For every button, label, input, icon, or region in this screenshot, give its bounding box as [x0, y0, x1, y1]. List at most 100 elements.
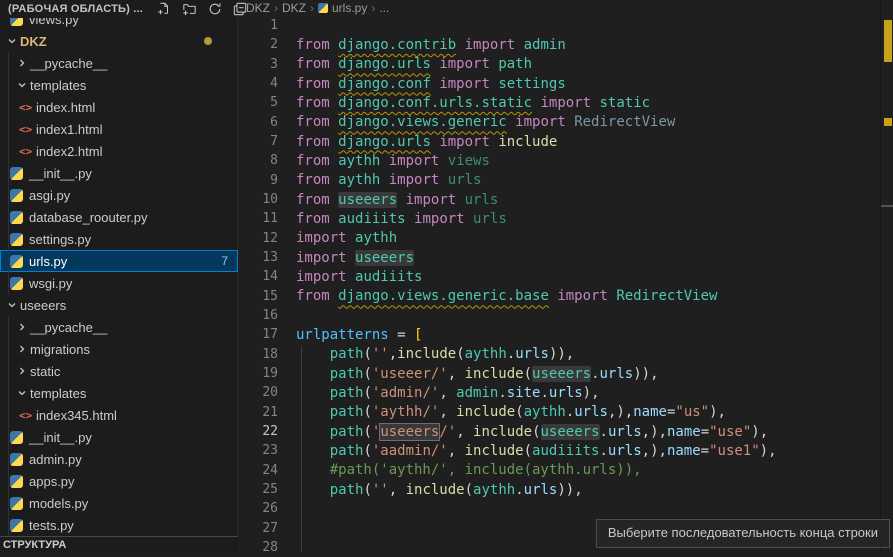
tree-item-__init__.py[interactable]: __init__.py	[0, 162, 238, 184]
tree-item-__pycache__[interactable]: __pycache__	[0, 316, 238, 338]
tree-item-label: useeers	[20, 298, 66, 313]
code-text: import audiiits	[296, 269, 422, 285]
code-text: from django.views.generic.base import Re…	[296, 288, 717, 304]
line-number: 28	[240, 540, 278, 555]
code-line[interactable]: 6from django.views.generic import Redire…	[240, 113, 893, 132]
chevron-right-icon[interactable]	[14, 363, 30, 379]
tree-item-templates[interactable]: templates	[0, 74, 238, 96]
breadcrumb-item[interactable]: urls.py	[332, 1, 367, 15]
code-line[interactable]: 19 path('useeer/', include(useeers.urls)…	[240, 364, 893, 383]
code-line[interactable]: 10from useeers import urls	[240, 190, 893, 209]
code-line[interactable]: 24 #path('aythh/', include(aythh.urls)),	[240, 461, 893, 480]
outline-section-header[interactable]: СТРУКТУРА	[0, 536, 238, 552]
tree-item-asgi.py[interactable]: asgi.py	[0, 184, 238, 206]
tree-item-database_roouter.py[interactable]: database_roouter.py	[0, 206, 238, 228]
code-line[interactable]: 7from django.urls import include	[240, 132, 893, 151]
code-line[interactable]: 16	[240, 306, 893, 325]
tree-item-DKZ[interactable]: DKZ	[0, 30, 238, 52]
tree-item-__init__.py[interactable]: __init__.py	[0, 426, 238, 448]
tree-item-__pycache__[interactable]: __pycache__	[0, 52, 238, 74]
warning-mark	[884, 118, 892, 126]
chevron-down-icon[interactable]	[14, 385, 30, 401]
code-line[interactable]: 5from django.conf.urls.static import sta…	[240, 93, 893, 112]
code-line[interactable]: 26	[240, 499, 893, 518]
code-text: path('', include(aythh.urls)),	[296, 482, 583, 498]
chevron-right-icon[interactable]	[14, 319, 30, 335]
code-line[interactable]: 23 path('aadmin/', include(audiiits.urls…	[240, 441, 893, 460]
breadcrumb-item[interactable]: DKZ	[282, 1, 306, 15]
tree-item-tests.py[interactable]: tests.py	[0, 514, 238, 536]
breadcrumb-item[interactable]: DKZ	[246, 1, 270, 15]
tree-item-label: urls.py	[29, 254, 67, 269]
overview-ruler[interactable]	[880, 0, 893, 552]
code-line[interactable]: 13 import useeers	[240, 248, 893, 267]
tree-item-migrations[interactable]: migrations	[0, 338, 238, 360]
code-line[interactable]: 11from audiiits import urls	[240, 209, 893, 228]
code-line[interactable]: 9from aythh import urls	[240, 171, 893, 190]
html-file-icon: <>	[19, 145, 36, 158]
tree-item-admin.py[interactable]: admin.py	[0, 448, 238, 470]
code-line[interactable]: 4from django.conf import settings	[240, 74, 893, 93]
code-line[interactable]: 21 path('aythh/', include(aythh.urls,),n…	[240, 403, 893, 422]
line-number: 9	[240, 173, 278, 188]
tree-item-index.html[interactable]: <>index.html	[0, 96, 238, 118]
chevron-down-icon[interactable]	[4, 297, 20, 313]
code-line[interactable]: 18 path('',include(aythh.urls)),	[240, 345, 893, 364]
explorer-section-header: (РАБОЧАЯ ОБЛАСТЬ) ...	[0, 0, 238, 18]
tree-item-label: apps.py	[29, 474, 75, 489]
tree-item-useeers[interactable]: useeers	[0, 294, 238, 316]
breadcrumb-item[interactable]: ...	[379, 1, 389, 15]
tree-item-static[interactable]: static	[0, 360, 238, 382]
code-line[interactable]: 15 from django.views.generic.base import …	[240, 287, 893, 306]
code-line[interactable]: 14import audiiits	[240, 267, 893, 286]
editor-pane[interactable]: DKZ›DKZ›urls.py›... 1 2from django.contri…	[240, 0, 893, 552]
code-line[interactable]: 17urlpatterns = [	[240, 325, 893, 344]
tree-item-label: __init__.py	[29, 166, 92, 181]
tree-indent-guide	[8, 52, 9, 294]
collapse-all-icon[interactable]	[233, 2, 247, 16]
line-number: 1	[240, 18, 278, 33]
code-line[interactable]: 20 path('admin/', admin.site.urls),	[240, 383, 893, 402]
code-line[interactable]: 8from aythh import views	[240, 151, 893, 170]
chevron-down-icon[interactable]	[14, 77, 30, 93]
code-line[interactable]: 25 path('', include(aythh.urls)),	[240, 480, 893, 499]
tree-item-settings.py[interactable]: settings.py	[0, 228, 238, 250]
chevron-down-icon[interactable]	[4, 33, 20, 49]
new-file-icon[interactable]	[157, 2, 171, 16]
code-text: #path('aythh/', include(aythh.urls)),	[296, 462, 642, 478]
tree-item-index345.html[interactable]: <>index345.html	[0, 404, 238, 426]
tree-item-index1.html[interactable]: <>index1.html	[0, 118, 238, 140]
line-number: 10	[240, 192, 278, 207]
python-file-icon	[10, 277, 23, 290]
line-number: 16	[240, 308, 278, 323]
code-line[interactable]: 1	[240, 16, 893, 35]
code-area[interactable]: 1 2from django.contrib import admin3from …	[240, 16, 893, 557]
code-line[interactable]: 12import aythh	[240, 229, 893, 248]
chevron-right-icon[interactable]	[14, 55, 30, 71]
line-number: 7	[240, 134, 278, 149]
tree-item-models.py[interactable]: models.py	[0, 492, 238, 514]
code-text: from django.urls import path	[296, 56, 532, 72]
code-line[interactable]: 3from django.urls import path	[240, 55, 893, 74]
line-number: 13	[240, 250, 278, 265]
code-indent-guide	[301, 346, 302, 552]
tree-item-label: wsgi.py	[29, 276, 72, 291]
tree-item-index2.html[interactable]: <>index2.html	[0, 140, 238, 162]
line-number: 18	[240, 347, 278, 362]
tree-item-wsgi.py[interactable]: wsgi.py	[0, 272, 238, 294]
tree-item-label: static	[30, 364, 60, 379]
python-file-icon	[318, 3, 328, 13]
code-line[interactable]: 22 path('useeers/', include(useeers.urls…	[240, 422, 893, 441]
tree-item-apps.py[interactable]: apps.py	[0, 470, 238, 492]
tree-item-templates[interactable]: templates	[0, 382, 238, 404]
line-number: 15	[240, 289, 278, 304]
python-file-icon	[10, 475, 23, 488]
new-folder-icon[interactable]	[182, 2, 197, 16]
code-line[interactable]: 2from django.contrib import admin	[240, 35, 893, 54]
code-text: import useeers	[296, 250, 414, 266]
breadcrumb: DKZ›DKZ›urls.py›...	[246, 0, 389, 16]
tree-item-urls.py[interactable]: urls.py7	[0, 250, 238, 272]
line-number: 26	[240, 501, 278, 516]
chevron-right-icon[interactable]	[14, 341, 30, 357]
refresh-icon[interactable]	[208, 2, 222, 16]
